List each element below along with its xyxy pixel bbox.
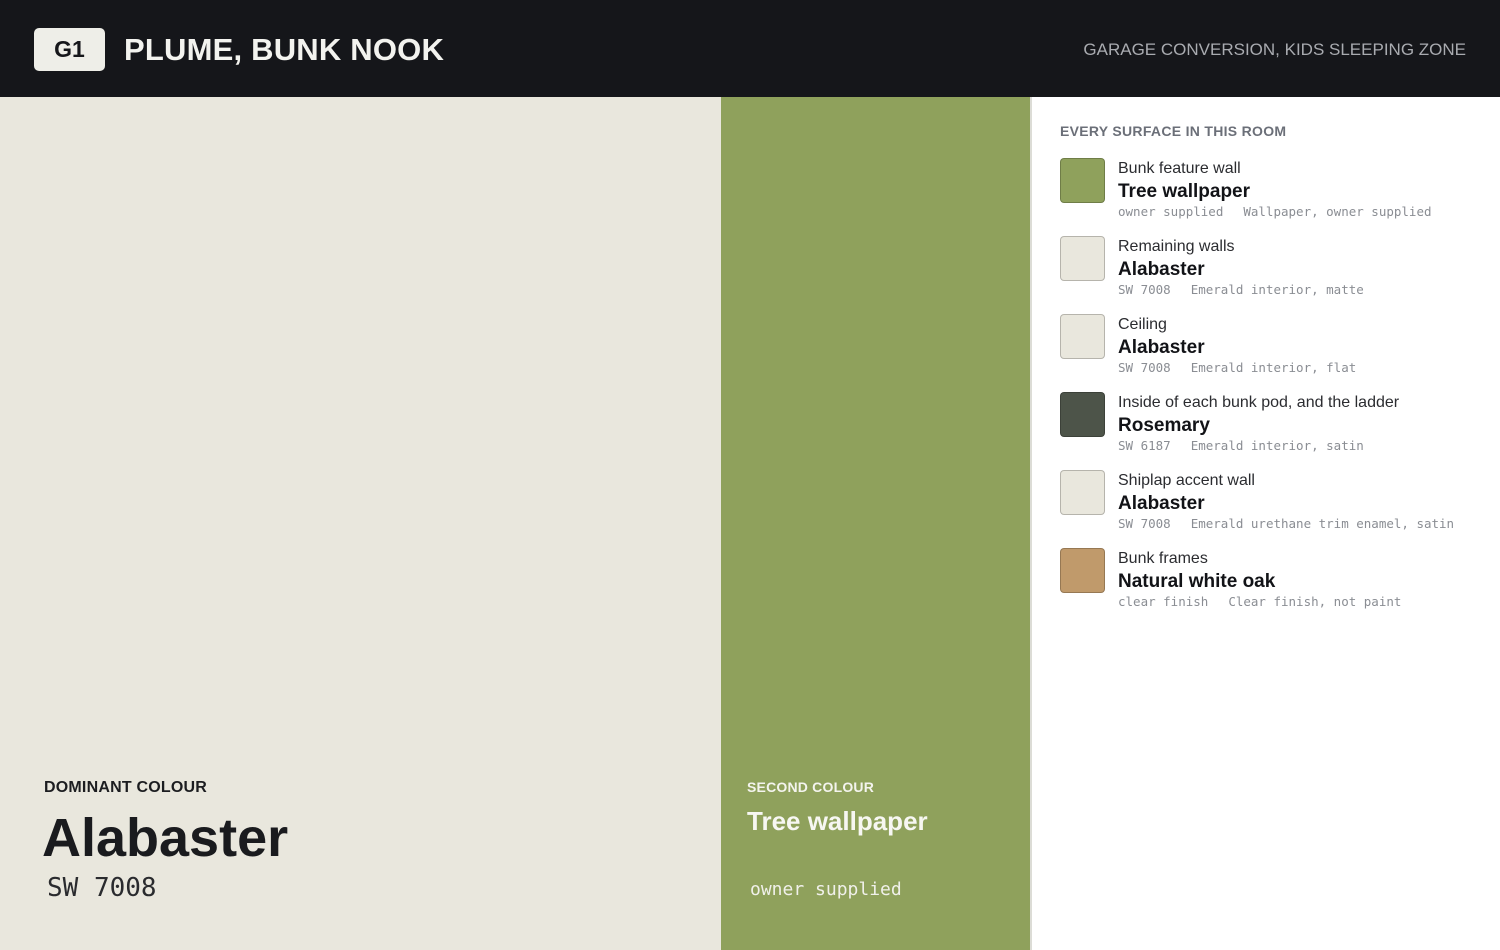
surface-finish: Emerald interior, matte	[1190, 282, 1364, 297]
surface-meta: owner supplied Wallpaper, owner supplied	[1118, 204, 1432, 219]
colour-swatch	[1060, 314, 1105, 359]
surface-location: Ceiling	[1118, 316, 1167, 333]
surface-finish: Emerald interior, flat	[1190, 360, 1357, 375]
surface-location: Shiplap accent wall	[1118, 472, 1255, 489]
surface-location: Bunk feature wall	[1118, 160, 1241, 177]
surface-colour-name: Alabaster	[1118, 337, 1205, 358]
surface-item: Remaining walls Alabaster SW 7008 Emerald…	[1060, 236, 1500, 306]
surface-finish: Clear finish, not paint	[1228, 594, 1402, 609]
surface-colour-code: SW 7008	[1118, 282, 1171, 297]
surface-location: Remaining walls	[1118, 238, 1235, 255]
second-colour-label: SECOND COLOUR	[747, 779, 875, 795]
colour-swatch	[1060, 158, 1105, 203]
dominant-colour-label: DOMINANT COLOUR	[44, 779, 207, 796]
surface-meta: SW 7008 Emerald interior, flat	[1118, 360, 1356, 375]
surface-colour-name: Alabaster	[1118, 493, 1205, 514]
surface-meta: clear finish Clear finish, not paint	[1118, 594, 1401, 609]
surfaces-panel: EVERY SURFACE IN THIS ROOM Bunk feature …	[1032, 97, 1500, 950]
second-colour-panel: SECOND COLOUR Tree wallpaper owner suppl…	[721, 97, 1030, 950]
room-context: GARAGE CONVERSION, KIDS SLEEPING ZONE	[1083, 40, 1466, 59]
surface-item: Shiplap accent wall Alabaster SW 7008 Eme…	[1060, 470, 1500, 540]
second-colour-code: owner supplied	[750, 879, 902, 900]
surface-colour-code: SW 6187	[1118, 438, 1171, 453]
surface-finish: Wallpaper, owner supplied	[1243, 204, 1432, 219]
surface-colour-code: owner supplied	[1118, 204, 1224, 219]
surface-finish: Emerald interior, satin	[1190, 438, 1364, 453]
surface-colour-name: Tree wallpaper	[1118, 181, 1251, 202]
surface-location: Inside of each bunk pod, and the ladder	[1118, 394, 1400, 411]
colour-swatch	[1060, 548, 1105, 593]
dominant-colour-panel: DOMINANT COLOUR Alabaster SW 7008	[0, 97, 721, 950]
surface-location: Bunk frames	[1118, 550, 1208, 567]
second-colour-name: Tree wallpaper	[747, 806, 928, 836]
colour-swatch	[1060, 392, 1105, 437]
surface-meta: SW 7008 Emerald interior, matte	[1118, 282, 1364, 297]
surface-item: Inside of each bunk pod, and the ladder …	[1060, 392, 1500, 462]
colour-swatch	[1060, 470, 1105, 515]
surface-colour-name: Alabaster	[1118, 259, 1205, 280]
surface-colour-code: SW 7008	[1118, 360, 1171, 375]
surface-colour-code: clear finish	[1118, 594, 1209, 609]
room-header: G1 PLUME, BUNK NOOK GARAGE CONVERSION, K…	[0, 0, 1500, 97]
surface-colour-name: Natural white oak	[1118, 571, 1276, 592]
room-title: PLUME, BUNK NOOK	[124, 32, 445, 67]
dominant-colour-code: SW 7008	[47, 873, 157, 903]
colour-swatch	[1060, 236, 1105, 281]
surface-colour-code: SW 7008	[1118, 516, 1171, 531]
surface-finish: Emerald urethane trim enamel, satin	[1190, 516, 1455, 531]
surface-item: Ceiling Alabaster SW 7008 Emerald interio…	[1060, 314, 1500, 384]
dominant-colour-name: Alabaster	[42, 808, 289, 868]
surface-item: Bunk frames Natural white oak clear fini…	[1060, 548, 1500, 618]
surface-meta: SW 6187 Emerald interior, satin	[1118, 438, 1364, 453]
room-code-badge: G1	[34, 28, 105, 71]
surfaces-heading: EVERY SURFACE IN THIS ROOM	[1060, 123, 1287, 139]
surface-colour-name: Rosemary	[1118, 415, 1210, 436]
surface-item: Bunk feature wall Tree wallpaper owner s…	[1060, 158, 1500, 228]
surface-meta: SW 7008 Emerald urethane trim enamel, sat…	[1118, 516, 1454, 531]
